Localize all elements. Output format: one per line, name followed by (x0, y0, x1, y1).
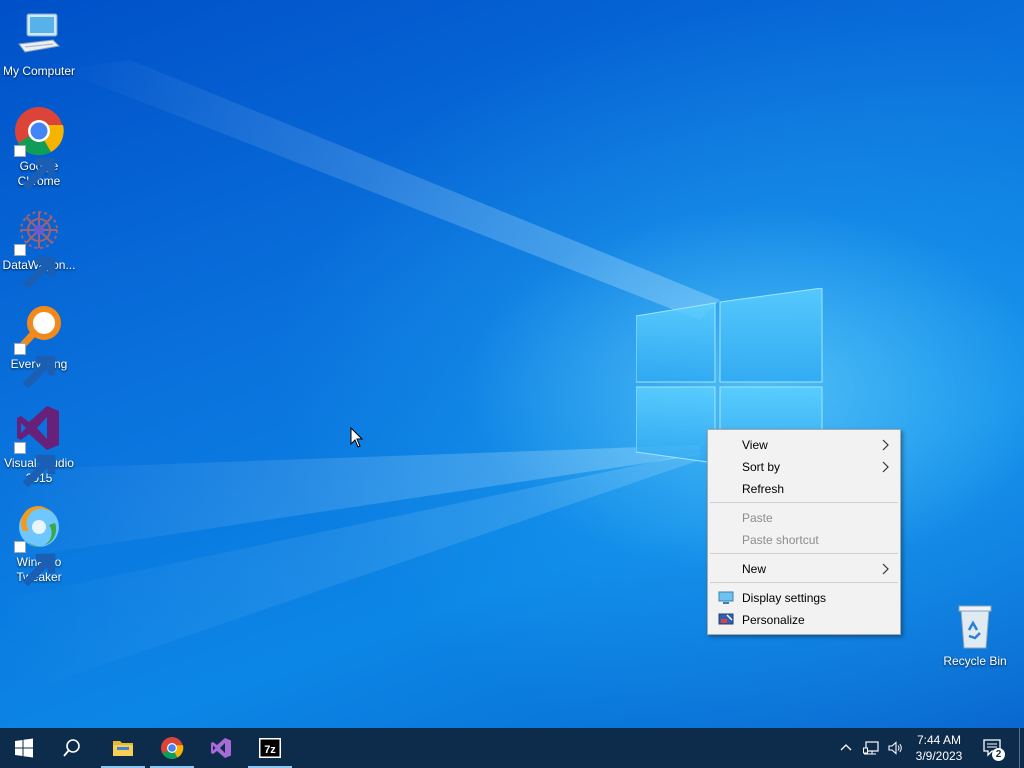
taskbar-file-explorer[interactable] (99, 728, 147, 768)
menu-item-label: Personalize (742, 613, 805, 627)
clock-time: 7:44 AM (916, 733, 962, 747)
search-button[interactable] (48, 728, 96, 768)
desktop-icon-my-computer[interactable]: My Computer (0, 10, 78, 79)
chevron-right-icon (882, 558, 892, 580)
visual-studio-icon (211, 738, 231, 758)
chrome-icon (13, 105, 65, 191)
desktop-icon-visual-studio[interactable]: Visual Studio 2015 (0, 402, 78, 488)
taskbar-visual-studio[interactable] (197, 728, 245, 768)
recycle-bin-icon (949, 600, 1001, 652)
visual-studio-icon (13, 402, 65, 488)
mouse-pointer-icon (350, 427, 364, 448)
menu-item-label: Display settings (742, 591, 827, 605)
menu-item-sort-by[interactable]: Sort by (708, 456, 900, 478)
shortcut-arrow-icon (14, 541, 56, 587)
taskbar-7zip[interactable]: 7z (246, 728, 294, 768)
svg-text:7z: 7z (264, 744, 276, 756)
chevron-up-icon (840, 744, 852, 751)
shortcut-arrow-icon (14, 343, 56, 389)
notification-count-badge: 2 (992, 748, 1005, 761)
icon-label: Recycle Bin (943, 654, 1007, 668)
desktop-context-menu: View Sort by Refresh Paste Paste shortcu… (707, 429, 901, 635)
menu-item-display-settings[interactable]: Display settings (708, 587, 900, 609)
start-icon (15, 738, 33, 758)
menu-item-paste-shortcut[interactable]: Paste shortcut (708, 529, 900, 551)
menu-item-view[interactable]: View (708, 434, 900, 456)
chrome-icon (161, 737, 184, 759)
datawagon-icon (13, 204, 65, 290)
menu-item-personalize[interactable]: Personalize (708, 609, 900, 631)
clock-date: 3/9/2023 (915, 749, 963, 763)
desktop-icon-winaero-tweaker[interactable]: Winaero Tweaker (0, 501, 78, 587)
everything-search-icon (13, 303, 65, 389)
display-settings-icon (718, 591, 734, 604)
menu-separator (710, 553, 898, 554)
desktop-icon-google-chrome[interactable]: Google Chrome (0, 105, 78, 191)
menu-item-label: Paste (742, 511, 773, 525)
menu-item-label: Paste shortcut (742, 533, 819, 547)
menu-separator (710, 502, 898, 503)
start-button[interactable] (0, 728, 48, 768)
taskbar-clock[interactable]: 7:44 AM 3/9/2023 (906, 732, 972, 764)
winaero-tweaker-icon (13, 501, 65, 587)
menu-item-label: Refresh (742, 482, 785, 496)
icon-label: My Computer (2, 64, 76, 78)
shortcut-arrow-icon (14, 244, 56, 290)
shortcut-arrow-icon (14, 442, 56, 488)
menu-item-label: New (742, 562, 767, 576)
search-icon (63, 739, 80, 757)
desktop-icon-datawagon[interactable]: DataWagon... (0, 204, 78, 290)
shortcut-arrow-icon (14, 145, 56, 191)
menu-item-label: Sort by (742, 460, 781, 474)
speaker-icon (888, 741, 902, 755)
volume-tray-button[interactable] (884, 728, 906, 768)
file-explorer-icon (113, 741, 133, 756)
menu-item-new[interactable]: New (708, 558, 900, 580)
show-desktop-button[interactable] (1019, 728, 1020, 768)
show-hidden-icons-button[interactable] (836, 728, 856, 768)
desktop-icon-recycle-bin[interactable]: Recycle Bin (936, 600, 1014, 669)
7zip-icon: 7z (259, 738, 281, 758)
menu-item-paste[interactable]: Paste (708, 507, 900, 529)
action-center-button[interactable]: 2 (980, 728, 1008, 768)
desktop[interactable]: My Computer Google Chrome DataWagon... E… (0, 0, 1024, 728)
menu-separator (710, 582, 898, 583)
taskbar: 7z 7:44 AM 3/9/2023 2 (0, 728, 1024, 768)
network-tray-button[interactable] (860, 728, 882, 768)
computer-icon (13, 10, 65, 62)
personalize-icon (718, 613, 734, 625)
desktop-icon-everything[interactable]: Everything (0, 303, 78, 389)
menu-item-refresh[interactable]: Refresh (708, 478, 900, 500)
chevron-right-icon (882, 456, 892, 478)
chevron-right-icon (882, 434, 892, 456)
network-icon (863, 741, 879, 755)
taskbar-chrome[interactable] (148, 728, 196, 768)
menu-item-label: View (742, 438, 768, 452)
